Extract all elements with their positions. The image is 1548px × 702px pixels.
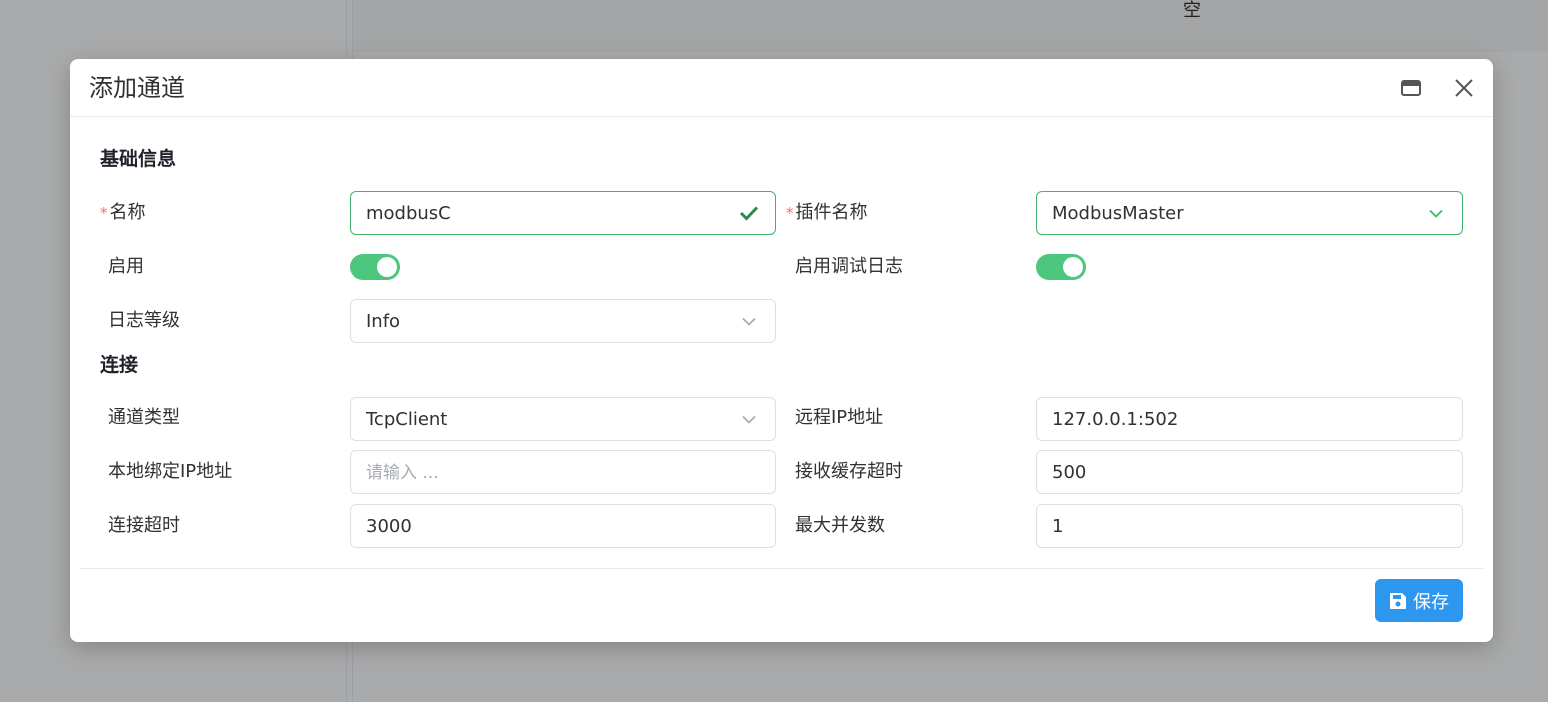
chevron-down-icon	[738, 310, 760, 332]
chevron-down-icon	[738, 408, 760, 430]
channel-type-value: TcpClient	[366, 408, 448, 430]
debug-log-switch[interactable]	[1036, 254, 1086, 280]
add-channel-dialog: 添加通道 基础信息 * 名称 modbusC * 插件名称 ModbusMaster	[70, 59, 1493, 642]
name-label: * 名称	[100, 201, 146, 225]
dialog-title: 添加通道	[89, 74, 185, 102]
channel-type-label: 通道类型	[108, 407, 180, 428]
recv-timeout-value: 500	[1052, 461, 1087, 483]
required-mark: *	[100, 204, 108, 222]
log-level-select[interactable]: Info	[350, 299, 776, 343]
remote-ip-value: 127.0.0.1:502	[1052, 408, 1179, 430]
save-icon	[1390, 592, 1406, 609]
maximize-button[interactable]	[1398, 75, 1424, 101]
debug-log-label: 启用调试日志	[795, 256, 903, 277]
remote-ip-label: 远程IP地址	[795, 407, 884, 428]
connect-timeout-field[interactable]: 3000	[350, 504, 776, 548]
local-ip-label: 本地绑定IP地址	[108, 461, 233, 482]
footer-divider	[80, 568, 1483, 569]
max-concurrency-label: 最大并发数	[795, 515, 885, 536]
channel-type-select[interactable]: TcpClient	[350, 397, 776, 441]
max-concurrency-field[interactable]: 1	[1036, 504, 1463, 548]
background-empty-text: 空	[1183, 0, 1201, 21]
save-label: 保存	[1413, 591, 1449, 613]
recv-timeout-label: 接收缓存超时	[795, 461, 903, 482]
switch-knob	[377, 257, 397, 277]
close-button[interactable]	[1451, 75, 1477, 101]
chevron-down-icon	[1425, 202, 1447, 224]
maximize-icon	[1401, 80, 1421, 96]
recv-timeout-field[interactable]: 500	[1036, 450, 1463, 494]
max-concurrency-value: 1	[1052, 515, 1064, 537]
check-icon	[738, 202, 760, 224]
required-mark: *	[786, 204, 794, 222]
name-field[interactable]: modbusC	[350, 191, 776, 235]
plugin-value: ModbusMaster	[1052, 202, 1184, 224]
connect-timeout-label: 连接超时	[108, 515, 180, 536]
section-basic-title: 基础信息	[100, 148, 177, 170]
name-label-text: 名称	[109, 202, 146, 223]
save-button[interactable]: 保存	[1375, 579, 1463, 622]
log-level-value: Info	[366, 310, 401, 332]
enable-label: 启用	[108, 256, 144, 277]
section-connection-title: 连接	[100, 354, 139, 376]
dialog-header: 添加通道	[70, 59, 1493, 117]
enable-switch[interactable]	[350, 254, 400, 280]
log-level-label: 日志等级	[108, 310, 180, 331]
background-header	[353, 0, 1548, 52]
close-icon	[1455, 79, 1473, 97]
plugin-select[interactable]: ModbusMaster	[1036, 191, 1463, 235]
local-ip-field[interactable]	[350, 450, 776, 494]
remote-ip-field[interactable]: 127.0.0.1:502	[1036, 397, 1463, 441]
connect-timeout-value: 3000	[366, 515, 412, 537]
switch-knob	[1063, 257, 1083, 277]
plugin-label-text: 插件名称	[795, 202, 868, 223]
local-ip-input[interactable]	[366, 461, 760, 483]
name-value: modbusC	[366, 202, 451, 224]
plugin-label: * 插件名称	[786, 201, 868, 225]
